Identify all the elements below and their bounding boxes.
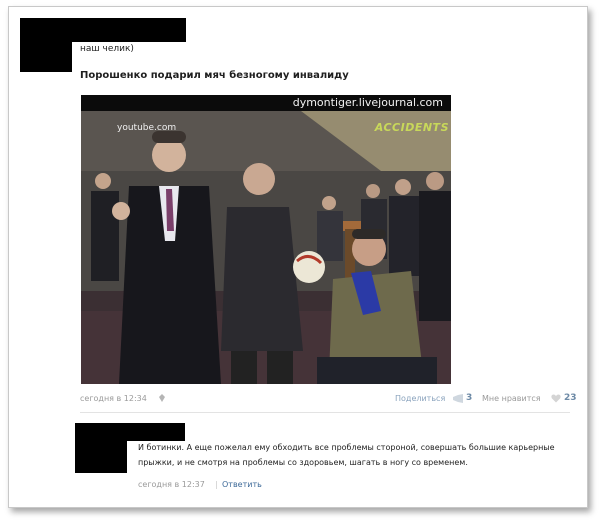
redacted-comment-avatar — [75, 423, 127, 473]
watermark-text: dymontiger.livejournal.com — [292, 96, 443, 109]
comments-divider — [80, 412, 570, 413]
heart-icon[interactable] — [551, 394, 561, 403]
redacted-avatar — [20, 18, 72, 72]
megaphone-icon — [453, 394, 463, 403]
post-photo[interactable]: dymontiger.livejournal.com youtube.com A… — [81, 95, 451, 384]
redacted-comment-author — [127, 423, 185, 441]
share-label[interactable]: Поделиться — [395, 394, 445, 403]
watermark-bar: dymontiger.livejournal.com — [81, 95, 451, 111]
photo-scene — [81, 111, 451, 384]
redacted-author-name — [72, 18, 186, 42]
share-count: 3 — [466, 393, 473, 403]
accidents-logo: ACCIDENTS — [374, 121, 449, 134]
like-count: 23 — [564, 393, 577, 403]
post-title: Порошенко подарил мяч безногому инвалиду — [80, 70, 349, 81]
youtube-label: youtube.com — [117, 123, 177, 133]
like-label[interactable]: Мне нравится — [482, 394, 541, 403]
post-text: наш челик) — [80, 44, 134, 54]
post-timestamp[interactable]: сегодня в 12:34 — [80, 394, 147, 403]
pin-icon — [159, 394, 165, 402]
comment-separator: | — [215, 480, 218, 489]
comment-text: И ботинки. А еще пожелал ему обходить вс… — [138, 443, 555, 467]
reply-link[interactable]: Ответить — [222, 480, 262, 489]
comment-timestamp[interactable]: сегодня в 12:37 — [138, 480, 205, 489]
